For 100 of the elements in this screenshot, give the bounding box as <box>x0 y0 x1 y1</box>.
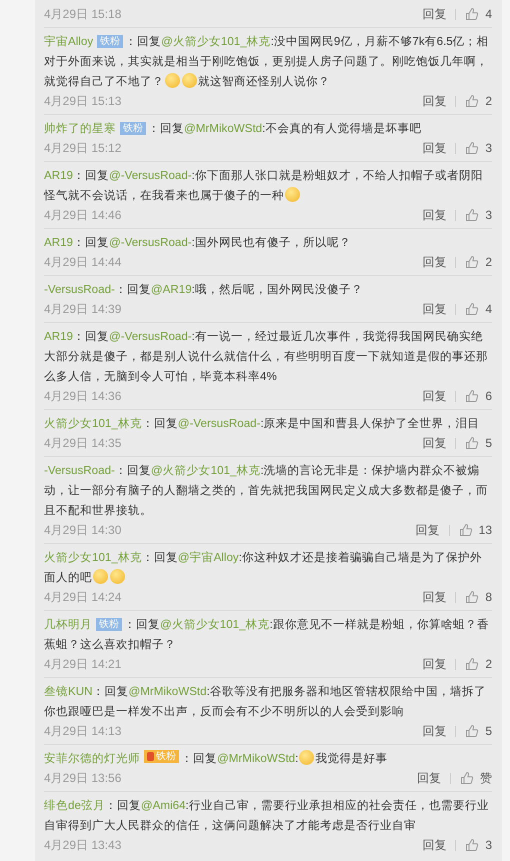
thumbs-up-icon[interactable] <box>465 208 480 222</box>
reply-link[interactable]: 回复 <box>422 300 446 318</box>
user-link[interactable]: 几杯明月 <box>44 618 92 631</box>
thumbs-up-icon[interactable] <box>458 523 473 537</box>
like-count: 6 <box>485 389 492 403</box>
comment-date: 4月29日 14:39 <box>44 300 122 318</box>
user-link[interactable]: -VersusRoad- <box>44 464 115 477</box>
reply-link[interactable]: 回复 <box>422 656 446 672</box>
user-link[interactable]: AR19 <box>44 169 74 182</box>
like-count: 4 <box>485 302 492 316</box>
user-link[interactable]: 安菲尔德的灯光师 <box>44 752 140 765</box>
like-count: 2 <box>485 94 492 108</box>
emoji-icon <box>182 73 197 88</box>
like-count: 赞 <box>480 770 492 786</box>
comment-text: 帅炸了的星寒 铁粉 ：回复@MrMikoWStd:不会真的有人觉得墙是坏事吧 <box>44 121 422 137</box>
reply-link[interactable]: 回复 <box>422 388 446 404</box>
user-link[interactable]: 帅炸了的星寒 <box>44 122 116 135</box>
comment-text: AR19：回复@-VersusRoad-:有一说一，经过最近几次事件，我觉得我国网民确实绝大部分就是傻子，都是别人说什么就信什么，有些明明百度一下就知道是假的事还那么多人信，无脑到令人可怕，毕竟本科率4% <box>44 329 489 385</box>
mention-link[interactable]: @火箭少女101_林克 <box>150 464 260 477</box>
comment-date: 4月29日 13:43 <box>44 836 122 854</box>
reply-link[interactable]: 回复 <box>422 254 446 270</box>
comment-date: 4月29日 14:30 <box>44 522 122 538</box>
like-count: 2 <box>485 657 492 671</box>
reply-link[interactable]: 回复 <box>422 722 446 740</box>
comment-text: AR19：回复@-VersusRoad-:国外网民也有傻子，所以呢？ <box>44 235 352 251</box>
emoji-icon <box>93 569 108 584</box>
thumbs-up-icon[interactable] <box>465 7 480 21</box>
comment-text: 几杯明月 铁粉 ：回复@火箭少女101_林克:跟你意见不一样就是粉蛆，你算啥蛆？香蕉蛆？这么喜欢扣帽子？ <box>44 617 490 653</box>
reply-link[interactable]: 回复 <box>417 770 441 786</box>
thumbs-up-icon[interactable] <box>465 657 480 671</box>
emoji-icon <box>299 750 314 765</box>
fan-badge: 铁粉 <box>96 618 122 631</box>
comment-date: 4月29日 14:36 <box>44 388 122 404</box>
like-count: 3 <box>485 208 492 222</box>
mention-link[interactable]: @-VersusRoad- <box>109 330 192 343</box>
thumbs-up-icon[interactable] <box>465 724 480 738</box>
mention-link[interactable]: @火箭少女101_林克 <box>161 35 271 48</box>
like-count: 3 <box>485 838 492 852</box>
thumbs-up-icon[interactable] <box>465 838 480 852</box>
thumbs-up-icon[interactable] <box>465 590 480 604</box>
comment-date: 4月29日 14:24 <box>44 588 122 606</box>
user-link[interactable]: 宇宙Alloy <box>44 35 94 48</box>
thumbs-up-icon[interactable] <box>465 302 480 316</box>
mention-link[interactable]: @MrMikoWStd <box>217 752 296 765</box>
user-link[interactable]: 火箭少女101_林克 <box>44 551 142 564</box>
comment-date: 4月29日 14:46 <box>44 206 122 224</box>
mention-link[interactable]: @-VersusRoad- <box>109 236 192 249</box>
user-link[interactable]: AR19 <box>44 236 74 249</box>
mention-link[interactable]: @AR19 <box>150 283 192 296</box>
comment-text: -VersusRoad-：回复@AR19:哦，然后呢，国外网民没傻子？ <box>44 282 364 298</box>
comment-date: 4月29日 15:13 <box>44 92 122 110</box>
user-link[interactable]: AR19 <box>44 330 74 343</box>
thumbs-up-icon[interactable] <box>465 94 480 108</box>
user-link[interactable]: 绯色de弦月 <box>44 799 105 812</box>
reply-link[interactable]: 回复 <box>422 434 446 452</box>
comment-date: 4月29日 13:56 <box>44 770 122 786</box>
reply-link[interactable]: 回复 <box>416 522 440 538</box>
mention-link[interactable]: @MrMikoWStd <box>128 685 207 698</box>
thumbs-up-icon[interactable] <box>460 771 474 785</box>
comment-date: 4月29日 14:44 <box>44 254 122 270</box>
comment-date: 4月29日 14:21 <box>44 656 122 672</box>
like-count: 2 <box>485 255 492 269</box>
mention-link[interactable]: @火箭少女101_林克 <box>160 618 270 631</box>
comment-text: 火箭少女101_林克：回复@-VersusRoad-:原来是中国和曹县人保护了全世界，泪目 <box>44 416 481 432</box>
reply-link[interactable]: 回复 <box>422 140 446 156</box>
thumbs-up-icon[interactable] <box>465 141 480 155</box>
mention-link[interactable]: @宇宙Alloy <box>178 551 239 564</box>
like-count: 3 <box>485 141 492 155</box>
mention-link[interactable]: @-VersusRoad- <box>109 169 192 182</box>
reply-link[interactable]: 回复 <box>422 6 446 22</box>
like-count: 8 <box>485 590 492 604</box>
thumbs-up-icon[interactable] <box>465 389 480 403</box>
reply-link[interactable]: 回复 <box>422 92 446 110</box>
comment-date: 4月29日 15:18 <box>44 6 122 22</box>
comment-text: 安菲尔德的灯光师 铁粉 ：回复@MrMikoWStd: 我觉得是好事 <box>44 749 388 767</box>
comment-text: 叁镜KUN：回复@MrMikoWStd:谷歌等没有把服务器和地区管辖权限给中国，墙拆了你也跟哑巴是一样发不出声，反而会有不少不明所以的人会受到影响 <box>44 684 487 720</box>
reply-link[interactable]: 回复 <box>422 588 446 606</box>
reply-link[interactable]: 回复 <box>422 836 446 854</box>
fan-badge: 铁粉 <box>144 750 179 763</box>
fan-badge: 铁粉 <box>97 35 124 48</box>
mention-link[interactable]: @-VersusRoad- <box>178 417 260 430</box>
like-count: 4 <box>485 7 492 21</box>
user-link[interactable]: 叁镜KUN <box>44 685 92 698</box>
mention-link[interactable]: @Ami64 <box>140 799 186 812</box>
like-count: 5 <box>485 436 492 450</box>
like-count: 5 <box>485 724 492 738</box>
emoji-icon <box>110 569 125 584</box>
emoji-icon <box>165 73 180 88</box>
emoji-icon <box>285 187 300 202</box>
thumbs-up-icon[interactable] <box>465 255 480 269</box>
comment-date: 4月29日 14:35 <box>44 434 122 452</box>
like-count: 13 <box>478 523 492 537</box>
thumbs-up-icon[interactable] <box>465 436 480 450</box>
reply-link[interactable]: 回复 <box>422 206 446 224</box>
mention-link[interactable]: @MrMikoWStd <box>184 122 262 135</box>
comment-text: 宇宙Alloy 铁粉 ：回复@火箭少女101_林克:没中国网民9亿，月薪不够7k有6.5亿；相对于外面来说，其实就是相当于刚吃饱饭，更别提人房子问题了。刚吃饱饭几年啊，就觉得自己了不地了？ 就这智商还怪别人说你？ <box>44 34 490 90</box>
comment-text: 火箭少女101_林克：回复@宇宙Alloy:你这种奴才还是接着骗骗自己墙是为了保护外面人的吧 <box>44 550 483 586</box>
user-link[interactable]: -VersusRoad- <box>44 283 115 296</box>
comment-text: -VersusRoad-：回复@火箭少女101_林克:洗墙的言论无非是：保护墙内群众不被煽动，让一部分有脑子的人翻墙之类的，首先就把我国网民定义成大多数都是傻子，而且不配和世界接轨。 <box>44 463 489 519</box>
user-link[interactable]: 火箭少女101_林克 <box>44 417 142 430</box>
